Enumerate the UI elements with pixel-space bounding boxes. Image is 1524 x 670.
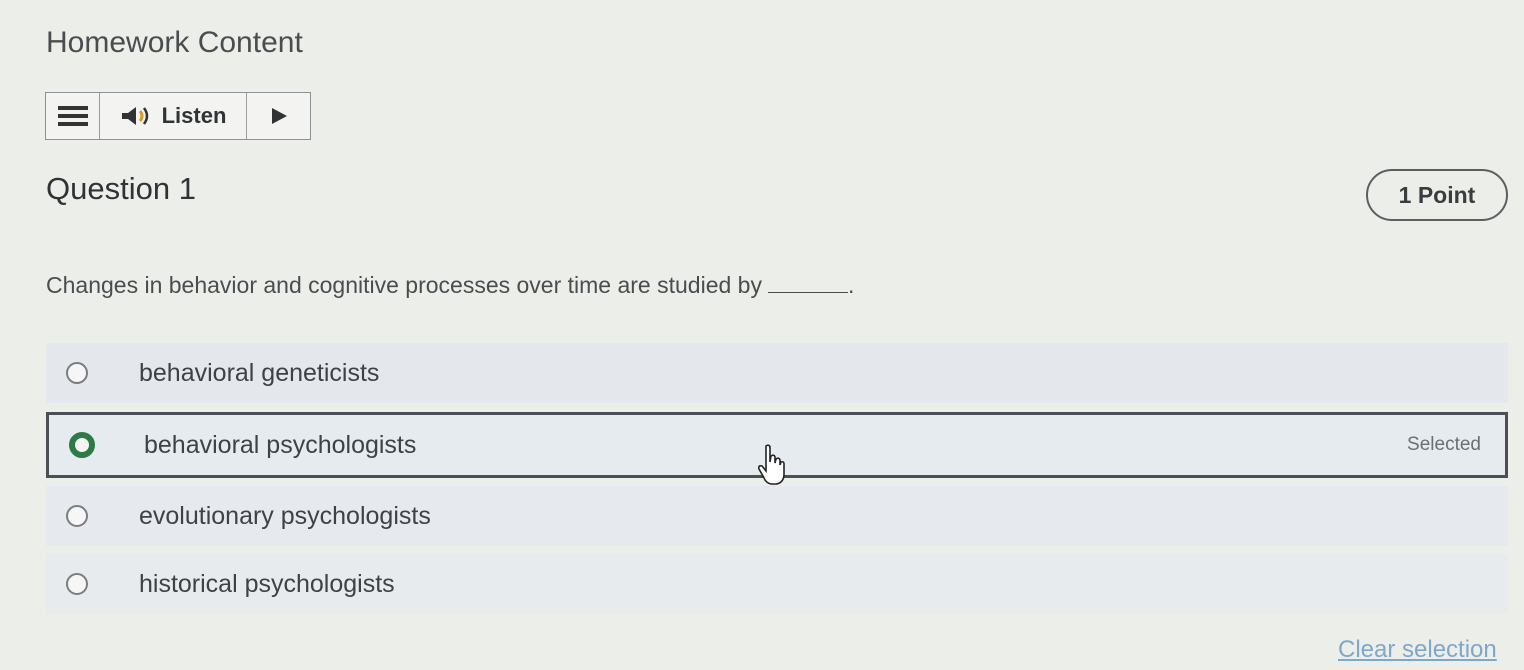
play-icon — [271, 108, 287, 124]
answer-option-label: behavioral psychologists — [144, 430, 417, 459]
radio-button-checked[interactable] — [69, 432, 95, 458]
question-prompt: Changes in behavior and cognitive proces… — [46, 272, 854, 299]
answer-option[interactable]: evolutionary psychologists — [46, 486, 1508, 546]
points-badge: 1 Point — [1366, 169, 1508, 221]
question-prompt-end: . — [847, 272, 855, 298]
radio-button[interactable] — [66, 573, 88, 595]
question-title: Question 1 — [46, 171, 196, 206]
play-button[interactable] — [247, 93, 310, 139]
answer-option[interactable]: behavioral geneticists — [46, 343, 1508, 403]
radio-button[interactable] — [66, 505, 88, 527]
listen-button[interactable]: Listen — [100, 93, 247, 139]
listen-label: Listen — [161, 103, 227, 128]
hamburger-menu-icon — [57, 106, 88, 126]
answer-option-label: evolutionary psychologists — [139, 501, 431, 530]
question-prompt-text: Changes in behavior and cognitive proces… — [46, 272, 762, 298]
clear-selection-link[interactable]: Clear selection — [1338, 636, 1497, 664]
read-aloud-toolbar: Listen — [45, 92, 311, 140]
answer-blank — [767, 274, 848, 293]
page-title: Homework Content — [46, 26, 303, 59]
answer-option[interactable]: historical psychologists — [46, 554, 1508, 614]
hand-pointer-cursor-icon — [758, 444, 785, 485]
radio-button[interactable] — [66, 362, 88, 384]
toolbar-menu-button[interactable] — [46, 93, 100, 139]
speaker-icon — [121, 107, 148, 125]
answer-option-label: historical psychologists — [139, 569, 395, 598]
selected-status: Selected — [1407, 434, 1481, 455]
answer-option-label: behavioral geneticists — [139, 358, 380, 387]
